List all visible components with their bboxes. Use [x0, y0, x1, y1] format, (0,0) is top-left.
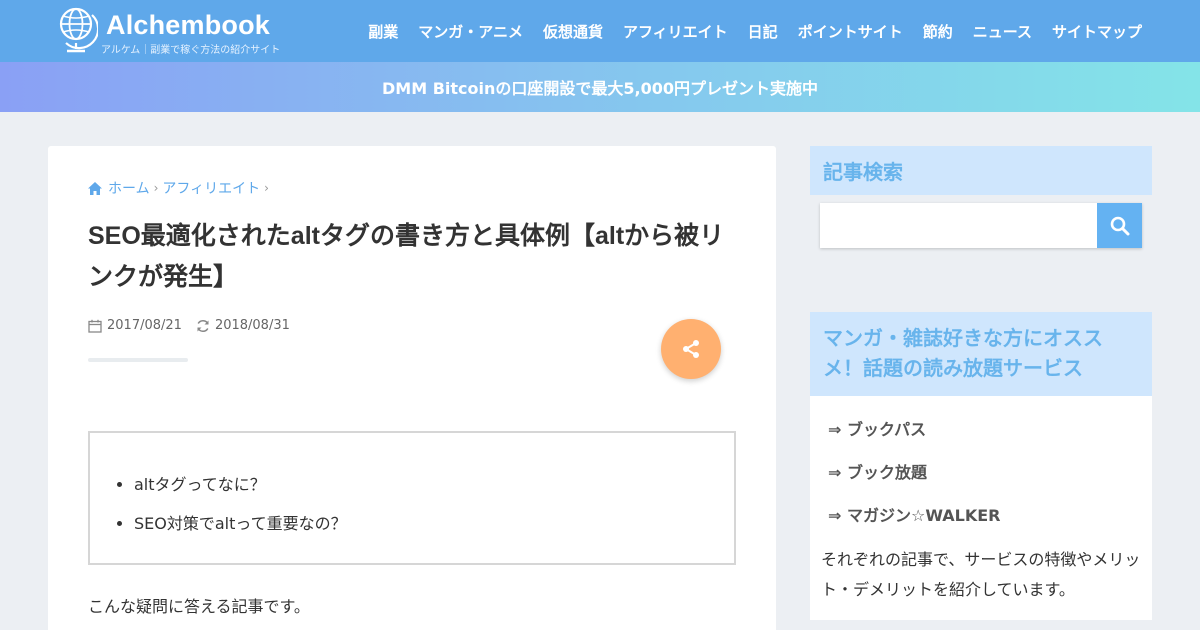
site-logo[interactable]: Alchembook アルケム｜副業で稼ぐ方法の紹介サイト — [58, 6, 318, 56]
question-box: altタグってなに？ SEO対策でaltって重要なの？ — [88, 431, 736, 565]
manga-widget-description: それぞれの記事で、サービスの特徴やメリット・デメリットを紹介しています。 — [821, 550, 1141, 599]
nav-item-saving[interactable]: 節約 — [913, 21, 963, 42]
nav-item-diary[interactable]: 日記 — [738, 21, 788, 42]
question-list: altタグってなに？ SEO対策でaltって重要なの？ — [134, 465, 347, 543]
home-icon — [88, 181, 102, 195]
article-card: ホーム › アフィリエイト › SEO最適化されたaltタグの書き方と具体例【a… — [48, 146, 776, 630]
logo-title: Alchembook — [106, 10, 271, 40]
list-item: SEO対策でaltって重要なの？ — [134, 504, 347, 543]
search-form — [820, 203, 1142, 248]
chevron-right-icon: › — [153, 181, 159, 195]
calendar-icon — [88, 319, 102, 333]
nav-item-affiliate[interactable]: アフィリエイト — [613, 21, 738, 42]
posted-date: 2017/08/21 — [107, 318, 182, 333]
list-item: altタグってなに？ — [134, 465, 347, 504]
nav-item-side-business[interactable]: 副業 — [358, 21, 408, 42]
breadcrumb: ホーム › アフィリエイト › — [88, 178, 273, 198]
breadcrumb-affiliate[interactable]: アフィリエイト — [162, 178, 260, 198]
intro-text: こんな疑問に答える記事です。 — [88, 597, 310, 616]
search-button[interactable] — [1097, 203, 1142, 248]
promo-bar: DMM Bitcoinの口座開設で最大5,000円プレゼント実施中 — [0, 62, 1200, 112]
chevron-right-icon: › — [264, 181, 269, 195]
nav-item-manga-anime[interactable]: マンガ・アニメ — [408, 21, 533, 42]
share-button[interactable] — [661, 319, 721, 379]
search-input[interactable] — [820, 203, 1097, 248]
article-dates: 2017/08/21 2018/08/31 — [88, 318, 290, 333]
link-magazine-walker[interactable]: ⇒ マガジン☆WALKER — [828, 502, 1000, 526]
globe-icon — [59, 7, 98, 53]
nav-item-crypto[interactable]: 仮想通貨 — [533, 21, 613, 42]
promo-link[interactable]: DMM Bitcoinの口座開設で最大5,000円プレゼント実施中 — [382, 75, 818, 99]
refresh-icon — [197, 319, 209, 332]
share-icon — [683, 340, 699, 358]
search-widget-title: 記事検索 — [810, 146, 1152, 195]
nav-item-news[interactable]: ニュース — [963, 21, 1042, 42]
article-title: SEO最適化されたaltタグの書き方と具体例【altから被リンクが発生】 — [88, 222, 725, 291]
nav-item-point-site[interactable]: ポイントサイト — [788, 21, 913, 42]
nav-item-sitemap[interactable]: サイトマップ — [1042, 21, 1152, 42]
title-divider — [88, 358, 188, 362]
search-icon — [1110, 216, 1129, 235]
link-bookpass[interactable]: ⇒ ブックパス — [828, 416, 926, 440]
site-header: Alchembook アルケム｜副業で稼ぐ方法の紹介サイト 副業 マンガ・アニメ… — [0, 0, 1200, 62]
manga-widget-title: マンガ・雑誌好きな方にオススメ！話題の読み放題サービス — [810, 312, 1152, 396]
updated-date: 2018/08/31 — [214, 318, 290, 333]
logo-subtitle: アルケム｜副業で稼ぐ方法の紹介サイト — [101, 45, 281, 56]
main-nav: 副業 マンガ・アニメ 仮想通貨 アフィリエイト 日記 ポイントサイト 節約 ニュ… — [358, 0, 1152, 62]
breadcrumb-home[interactable]: ホーム — [108, 178, 150, 198]
link-book-houdai[interactable]: ⇒ ブック放題 — [828, 459, 927, 483]
manga-widget-body: ⇒ ブックパス ⇒ ブック放題 ⇒ マガジン☆WALKER それぞれの記事で、サ… — [810, 396, 1152, 620]
